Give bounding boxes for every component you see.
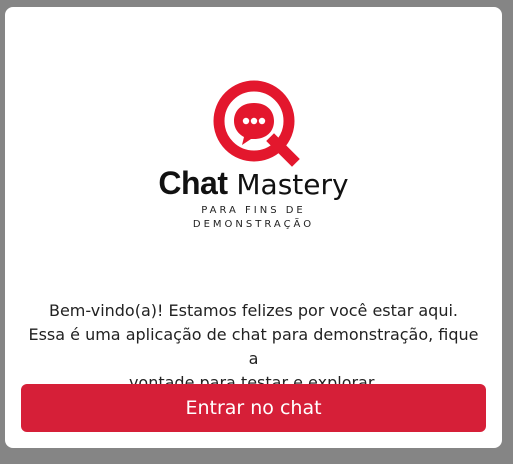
welcome-line-2: Essa é uma aplicação de chat para demons…: [28, 325, 479, 368]
brand-name: Chat Mastery: [5, 165, 502, 202]
welcome-message: Bem-vindo(a)! Estamos felizes por você e…: [25, 299, 482, 395]
modal-backdrop: Chat Mastery PARA FINS DE DEMONSTRAÇÃO B…: [0, 0, 513, 464]
enter-chat-button[interactable]: Entrar no chat: [21, 384, 486, 432]
brand-tagline-line2: DEMONSTRAÇÃO: [192, 219, 315, 230]
welcome-line-1: Bem-vindo(a)! Estamos felizes por você e…: [48, 301, 459, 320]
brand-tagline-line1: PARA FINS DE: [201, 205, 306, 216]
chat-search-logo-icon: [213, 80, 300, 167]
welcome-dialog: Chat Mastery PARA FINS DE DEMONSTRAÇÃO B…: [5, 7, 502, 448]
brand-name-bold: Chat: [158, 165, 228, 201]
brand-name-light: Mastery: [236, 168, 349, 201]
